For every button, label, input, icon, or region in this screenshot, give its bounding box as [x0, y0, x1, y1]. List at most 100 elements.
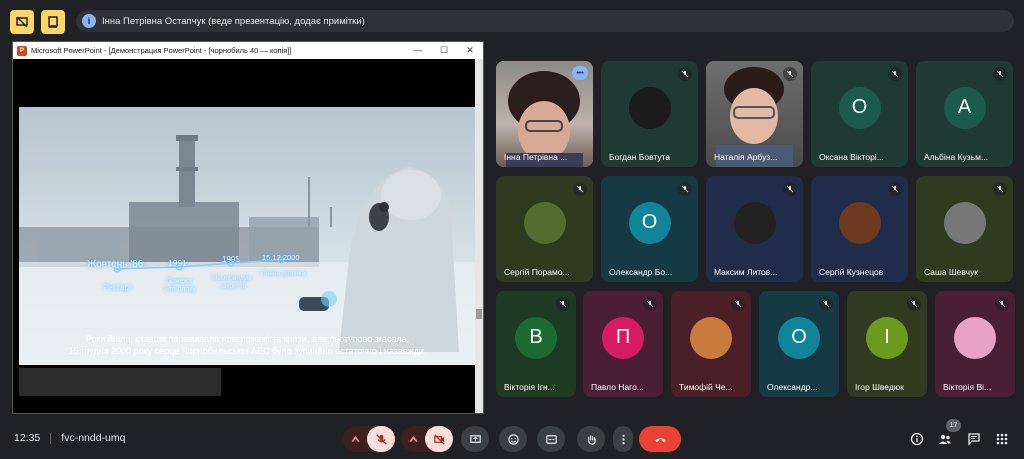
- mic-off-icon: [891, 70, 899, 78]
- participant-tile[interactable]: Саша Шевчук: [916, 176, 1013, 282]
- participant-name: Сергій Порамо...: [504, 267, 570, 277]
- more-vertical-icon: [621, 434, 625, 444]
- avatar: [628, 86, 671, 129]
- apps-grid-icon: [996, 433, 1008, 445]
- participant-tile[interactable]: В Вікторія Ігн...: [496, 291, 576, 397]
- mic-status: [995, 297, 1009, 311]
- participant-tile[interactable]: А Альбіна Кузьм...: [916, 61, 1013, 167]
- scrollbar-thumb[interactable]: [476, 309, 482, 319]
- mic-off-icon: [786, 185, 794, 193]
- avatar: І: [866, 316, 908, 359]
- participant-tile[interactable]: О Оксана Вікторі...: [811, 61, 908, 167]
- mic-off-button[interactable]: [367, 426, 395, 452]
- mic-off-icon: [891, 185, 899, 193]
- leave-call-button[interactable]: [639, 426, 681, 452]
- people-count-badge: 17: [946, 419, 961, 432]
- pin-presentation-icon[interactable]: [41, 10, 65, 34]
- slide: Жовтень '86 Рестарт 1991 Пожежа 2-го бло…: [19, 107, 476, 365]
- divider: [50, 432, 52, 444]
- mic-status: [573, 182, 587, 196]
- participant-tile[interactable]: О Олександр...: [759, 291, 839, 397]
- captions-icon: [545, 434, 557, 444]
- timeline-date-3: 1995: [222, 255, 240, 264]
- chat-button[interactable]: [966, 431, 982, 447]
- more-options-button[interactable]: •••: [572, 66, 588, 80]
- participant-tile[interactable]: Максим Литов...: [706, 176, 803, 282]
- mic-status: [643, 297, 657, 311]
- hand-icon: [587, 434, 596, 445]
- present-toggle-icon[interactable]: [10, 10, 34, 34]
- participant-tile[interactable]: ••• Інна Петрівна ...: [496, 61, 593, 167]
- timeline-label-4: Повна зупинка: [261, 270, 306, 277]
- meeting-details-button[interactable]: [909, 431, 925, 447]
- participant-name: Альбіна Кузьм...: [924, 152, 989, 162]
- mic-options-chevron-icon[interactable]: [349, 433, 362, 451]
- presentation-icon: [48, 16, 58, 28]
- avatar: [954, 316, 996, 359]
- meeting-code[interactable]: fvc-nndd-umq: [61, 432, 125, 444]
- mic-off-icon: [910, 300, 918, 308]
- camera-off-button[interactable]: [425, 426, 453, 452]
- avatar: О: [838, 86, 881, 129]
- powerpoint-logo-icon: P: [17, 45, 27, 56]
- mic-status: [731, 297, 745, 311]
- avatar: О: [628, 201, 671, 244]
- activities-button[interactable]: [994, 431, 1010, 447]
- participant-tile[interactable]: Сергій Кузнецов: [811, 176, 908, 282]
- participant-name: Сергій Кузнецов: [819, 267, 884, 277]
- participant-name: Інна Петрівна ...: [504, 152, 568, 162]
- reactions-button[interactable]: [499, 426, 527, 452]
- participant-name: Богдан Бовтута: [609, 152, 671, 162]
- participant-tile[interactable]: Богдан Бовтута: [601, 61, 698, 167]
- timeline-label-2b: 2-го блоку: [163, 286, 196, 293]
- mic-status: [556, 297, 570, 311]
- mic-off-icon: [576, 185, 584, 193]
- slide-caption-line-2: 15 грудня 2000 року серце Чорнобильської…: [68, 346, 427, 356]
- avatar: [838, 201, 881, 244]
- ppt-titlebar: P Microsoft PowerPoint - [Демонстрация P…: [13, 42, 483, 59]
- chat-icon: [968, 433, 980, 446]
- participant-tile[interactable]: Вікторія Ві...: [935, 291, 1015, 397]
- participant-name: Павло Наго...: [591, 382, 644, 392]
- more-options-button[interactable]: [613, 426, 633, 452]
- camera-options-chevron-icon[interactable]: [407, 433, 420, 451]
- maximize-button[interactable]: ☐: [431, 45, 457, 56]
- close-button[interactable]: ✕: [457, 45, 483, 56]
- participant-name: Ігор Шведюк: [855, 382, 904, 392]
- participant-tile[interactable]: І Ігор Шведюк: [847, 291, 927, 397]
- participant-tile[interactable]: Тимофій Че...: [671, 291, 751, 397]
- participant-tile[interactable]: О Олександр Бо...: [601, 176, 698, 282]
- present-button[interactable]: [461, 426, 489, 452]
- participant-tile[interactable]: Наталія Арбуз...: [706, 61, 803, 167]
- participant-name: Олександр...: [767, 382, 818, 392]
- mic-off-icon: [681, 70, 689, 78]
- shared-screen[interactable]: P Microsoft PowerPoint - [Демонстрация P…: [12, 41, 484, 414]
- people-icon: [939, 434, 951, 444]
- scrollbar[interactable]: [475, 59, 483, 413]
- timeline-label-3a: Меморандум: [212, 275, 252, 282]
- mic-off-icon: [734, 300, 742, 308]
- people-button[interactable]: [937, 431, 953, 447]
- raise-hand-button[interactable]: [577, 426, 605, 452]
- minimize-button[interactable]: —: [405, 45, 431, 56]
- present-screen-icon: [469, 434, 481, 443]
- participant-name: Саша Шевчук: [924, 267, 978, 277]
- avatar: О: [778, 316, 820, 359]
- participant-name: Вікторія Ігн...: [504, 382, 555, 392]
- participant-tile[interactable]: П Павло Наго...: [583, 291, 663, 397]
- mic-status: [819, 297, 833, 311]
- mic-off-icon: [375, 433, 387, 445]
- camera-off-icon: [433, 433, 445, 445]
- captions-button[interactable]: [537, 426, 565, 452]
- participant-name: Наталія Арбуз...: [714, 152, 778, 162]
- meet-window: i Інна Петрівна Остапчук (веде презентац…: [0, 0, 1024, 459]
- mic-control: [343, 426, 395, 452]
- info-outline-icon: [910, 432, 924, 446]
- mic-off-icon: [786, 70, 794, 78]
- participant-tile[interactable]: Сергій Порамо...: [496, 176, 593, 282]
- slide-illustration: [19, 135, 476, 365]
- mic-status: [993, 182, 1007, 196]
- meeting-info: 12:35 fvc-nndd-umq: [14, 432, 125, 444]
- slide-caption-line-1: Роки йшли, станція переживала нові пожеж…: [85, 334, 410, 344]
- timeline-date-4: 15.12.2000: [262, 253, 300, 262]
